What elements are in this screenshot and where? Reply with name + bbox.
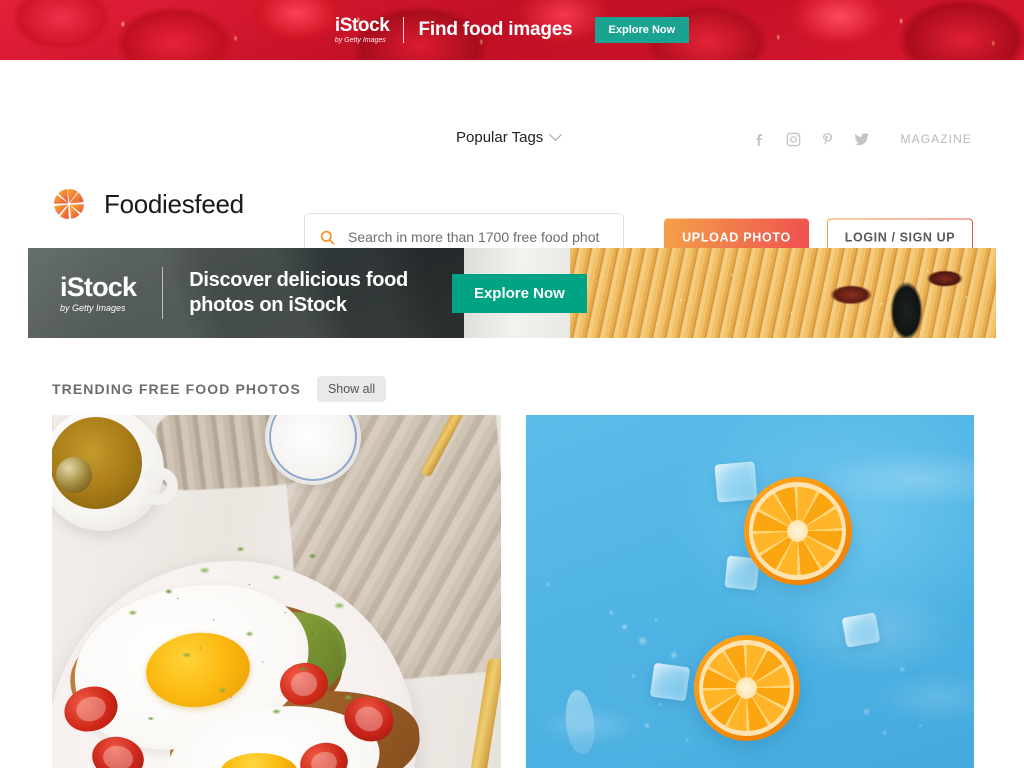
pinterest-icon[interactable] [819,130,837,148]
top-ad-explore-now-button[interactable]: Explore Now [594,17,690,43]
section-title: TRENDING FREE FOOD PHOTOS [52,381,301,397]
istock-byline: by Getty Images [60,302,126,313]
wide-ad-explore-now-button[interactable]: Explore Now [451,273,587,313]
popular-tags-label: Popular Tags [456,129,544,146]
show-all-button[interactable]: Show all [316,376,387,402]
utility-nav-row: Popular Tags MAGAZINE [0,60,1024,160]
top-ad-headline: Find food images [418,19,573,40]
istock-wordmark: iStock [60,271,137,302]
search-icon [320,230,335,244]
magazine-link[interactable]: MAGAZINE [901,132,972,146]
photo-card-oranges-ice[interactable]: Two orange halves with ice cubes on wet … [525,415,974,768]
site-logo-text: Foodiesfeed [104,188,244,219]
divider [162,267,164,319]
divider [403,17,405,43]
aperture-logo-icon [54,189,84,219]
oranges-ice-image [525,415,974,768]
site-logo[interactable]: Foodiesfeed [52,187,244,221]
black-pepper-specks [52,415,501,768]
istock-byline: by Getty Images [334,37,386,44]
egg-avocado-toast-image [52,415,501,768]
popular-tags-dropdown[interactable]: Popular Tags [456,128,563,146]
istock-wide-banner-ad[interactable]: iStock by Getty Images Discover deliciou… [28,248,996,338]
photo-grid: Fried egg and avocado toast with cherry … [52,415,974,768]
search-input[interactable] [348,229,609,245]
istock-logo-wide: iStock by Getty Images [60,271,137,313]
facebook-icon[interactable] [751,130,769,148]
trending-section-header: TRENDING FREE FOOD PHOTOS Show all [52,376,387,402]
top-banner-ad[interactable]: iStock by Getty Images Find food images … [0,0,1024,60]
chevron-down-icon [549,128,563,142]
twitter-icon[interactable] [853,130,871,148]
instagram-icon[interactable] [785,130,803,148]
utility-right-group: MAGAZINE [751,130,972,148]
istock-wordmark: iStock [334,15,390,36]
site-header: Popular Tags MAGAZINE Foodiesfeed Search… [0,60,1024,261]
wide-ad-headline: Discover delicious food photos on iStock [189,269,408,316]
photo-card-egg-avocado-toast[interactable]: Fried egg and avocado toast with cherry … [52,415,501,768]
istock-logo-top: iStock by Getty Images [335,16,390,44]
